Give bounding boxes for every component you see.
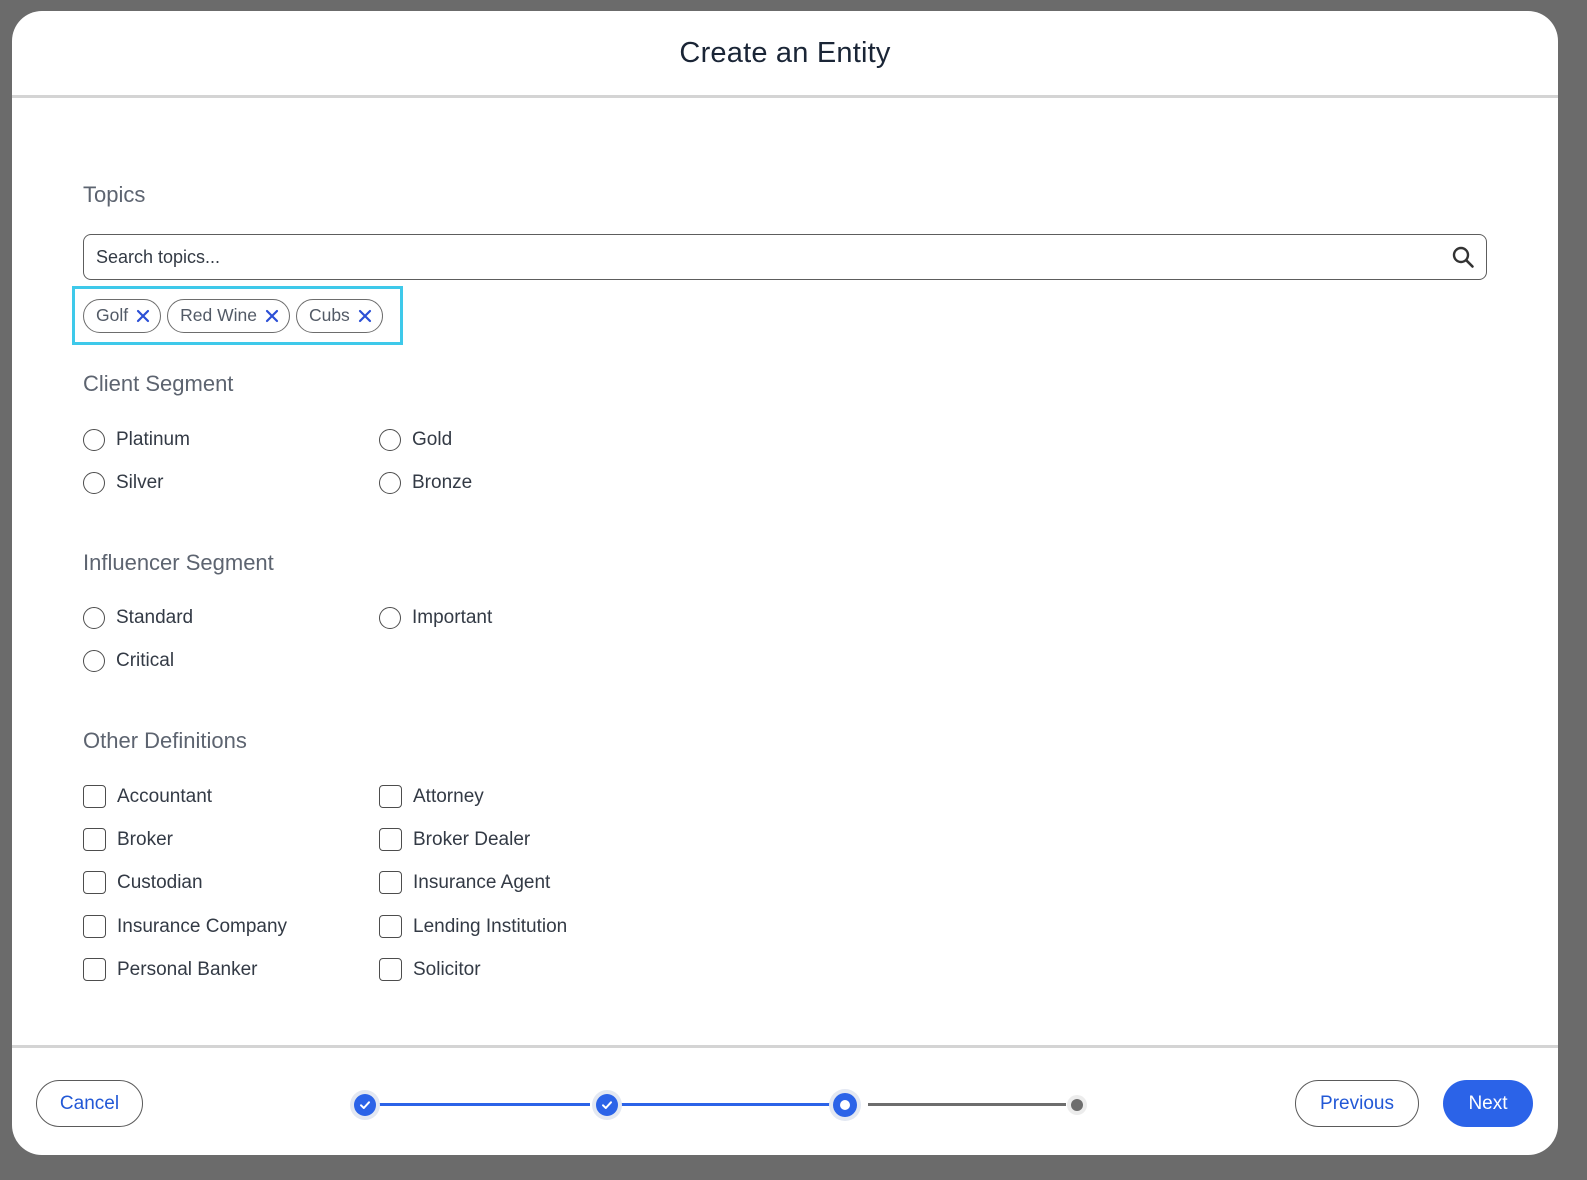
- option-label: Bronze: [412, 472, 473, 493]
- next-button[interactable]: Next: [1443, 1080, 1533, 1127]
- influencer-segment-option-critical[interactable]: Critical: [83, 650, 174, 672]
- checkmark-icon: [602, 1101, 612, 1109]
- radio-button[interactable]: [379, 607, 401, 629]
- checkbox[interactable]: [379, 785, 402, 808]
- checkbox[interactable]: [83, 828, 106, 851]
- create-entity-modal: Create an Entity Topics Golf Red Wine: [12, 11, 1558, 1155]
- modal-header: Create an Entity: [12, 11, 1558, 98]
- step-3-current: [833, 1093, 857, 1117]
- chip-label: Golf: [96, 305, 129, 325]
- radio-button[interactable]: [83, 607, 105, 629]
- topic-chip-red-wine: Red Wine: [167, 298, 290, 333]
- radio-button[interactable]: [83, 429, 105, 451]
- option-label: Lending Institution: [413, 915, 568, 937]
- current-step-dot: [840, 1100, 850, 1110]
- option-label: Solicitor: [413, 958, 481, 980]
- option-label: Custodian: [117, 871, 203, 893]
- close-icon[interactable]: [134, 307, 152, 325]
- progress-stepper: [350, 1091, 1090, 1119]
- close-icon[interactable]: [263, 307, 281, 325]
- selected-topics: Golf Red Wine Cubs: [72, 286, 403, 345]
- checkbox[interactable]: [379, 915, 402, 938]
- checkbox[interactable]: [379, 958, 402, 981]
- checkbox[interactable]: [83, 785, 106, 808]
- step-connector-completed: [378, 1103, 590, 1106]
- chip-label: Cubs: [308, 305, 350, 325]
- topics-search-box: [83, 234, 1487, 280]
- definition-option-broker-dealer[interactable]: Broker Dealer: [379, 828, 530, 851]
- radio-button[interactable]: [83, 472, 105, 494]
- definition-option-personal-banker[interactable]: Personal Banker: [83, 958, 257, 981]
- definition-option-insurance-agent[interactable]: Insurance Agent: [379, 871, 550, 894]
- chip-label: Red Wine: [180, 305, 257, 325]
- topic-chip-cubs: Cubs: [295, 298, 383, 333]
- option-label: Personal Banker: [117, 958, 258, 980]
- option-label: Accountant: [117, 785, 213, 807]
- option-label: Broker Dealer: [413, 828, 531, 850]
- option-label: Critical: [116, 650, 175, 671]
- influencer-segment-option-standard[interactable]: Standard: [83, 607, 193, 629]
- checkbox[interactable]: [83, 871, 106, 894]
- radio-button[interactable]: [379, 429, 401, 451]
- step-2-completed: [596, 1094, 618, 1116]
- step-4-pending: [1071, 1099, 1083, 1111]
- checkbox[interactable]: [83, 915, 106, 938]
- definition-option-accountant[interactable]: Accountant: [83, 785, 212, 808]
- checkmark-icon: [360, 1101, 370, 1109]
- other-definitions-label: Other Definitions: [83, 728, 247, 753]
- client-segment-option-platinum[interactable]: Platinum: [83, 429, 190, 451]
- option-label: Attorney: [413, 785, 484, 807]
- cancel-button[interactable]: Cancel: [36, 1080, 143, 1127]
- modal-title: Create an Entity: [679, 36, 891, 69]
- checkbox[interactable]: [379, 828, 402, 851]
- option-label: Silver: [116, 472, 164, 493]
- checkbox[interactable]: [379, 871, 402, 894]
- definition-option-attorney[interactable]: Attorney: [379, 785, 484, 808]
- option-label: Broker: [117, 828, 173, 850]
- close-icon[interactable]: [356, 307, 374, 325]
- client-segment-option-gold[interactable]: Gold: [379, 429, 452, 451]
- definition-option-broker[interactable]: Broker: [83, 828, 173, 851]
- step-connector-completed: [618, 1103, 840, 1106]
- step-connector-pending: [868, 1103, 1066, 1106]
- option-label: Standard: [116, 607, 194, 628]
- step-1-completed: [354, 1094, 376, 1116]
- definition-option-insurance-company[interactable]: Insurance Company: [83, 915, 287, 938]
- option-label: Insurance Company: [117, 915, 288, 937]
- topics-search-input[interactable]: [84, 235, 1448, 279]
- option-label: Insurance Agent: [413, 871, 551, 893]
- topics-label: Topics: [83, 182, 146, 207]
- definition-option-lending-institution[interactable]: Lending Institution: [379, 915, 567, 938]
- previous-button[interactable]: Previous: [1295, 1080, 1419, 1127]
- option-label: Platinum: [116, 429, 190, 450]
- search-icon[interactable]: [1448, 242, 1478, 272]
- option-label: Gold: [412, 429, 453, 450]
- checkbox[interactable]: [83, 958, 106, 981]
- radio-button[interactable]: [83, 650, 105, 672]
- influencer-segment-option-important[interactable]: Important: [379, 607, 492, 629]
- radio-button[interactable]: [379, 472, 401, 494]
- topic-chip-golf: Golf: [83, 298, 162, 333]
- definition-option-custodian[interactable]: Custodian: [83, 871, 203, 894]
- option-label: Important: [412, 607, 493, 628]
- influencer-segment-label: Influencer Segment: [83, 550, 274, 575]
- client-segment-option-silver[interactable]: Silver: [83, 472, 164, 494]
- client-segment-option-bronze[interactable]: Bronze: [379, 472, 472, 494]
- client-segment-label: Client Segment: [83, 371, 234, 396]
- modal-footer: Cancel Previous Next: [12, 1045, 1558, 1155]
- definition-option-solicitor[interactable]: Solicitor: [379, 958, 481, 981]
